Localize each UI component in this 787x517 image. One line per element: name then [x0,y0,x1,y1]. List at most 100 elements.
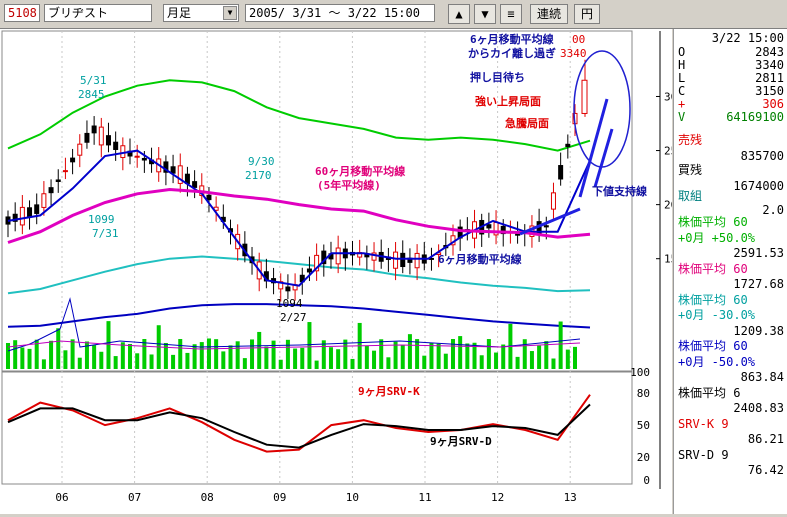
candle-body [206,194,212,201]
stock-code-field[interactable]: 5108 [4,4,40,22]
volume-bar [336,349,341,369]
x-axis-label: 10 [346,491,359,504]
candle-body [84,132,90,143]
yen-button[interactable]: 円 [574,4,600,24]
sub-tick-label: 0 [643,474,650,487]
volume-bar [56,328,61,369]
menu-button[interactable]: ≡ [500,4,522,24]
volume-bar [300,347,305,369]
price-tick-label: 2500 [664,145,672,158]
candle-body [77,143,83,156]
annot-low2-value: 1094 [276,297,303,310]
down-arrow-button[interactable]: ▼ [474,4,496,24]
x-axis-labels: 06 07 08 09 10 11 12 13 [55,491,576,504]
ratio-label: 取組 [678,189,703,203]
up-arrow-button[interactable]: ▲ [448,4,470,24]
sell-value: 835700 [740,149,784,163]
volume-bar [257,331,262,369]
ohlc-label: V [678,110,686,124]
candle-body [141,157,147,161]
annot-ma60: 60ヶ月移動平均線 [315,164,405,178]
ma-info-row: 株価平均 60 [678,339,748,353]
ohlc-row: O 2843 [678,45,784,59]
volume-bar [142,339,147,369]
volume-bar [221,351,226,369]
volume-bar [192,344,197,369]
ohlc-value: 306 [762,97,784,111]
ma-info-row: +0月 -50.0% [678,354,756,369]
ma-info-row: 86.21 [747,432,784,446]
volume-bar [364,345,369,369]
x-axis-label: 11 [418,491,431,504]
volume-bar [120,342,125,369]
x-axis-label: 09 [273,491,286,504]
annot-peak1-date: 5/31 [80,74,107,87]
volume-bar [321,340,326,369]
ma-info-row: +0月 +50.0% [678,230,756,245]
ohlc-row: V 64169100 [678,110,784,124]
volume-bar [537,345,542,369]
volume-bar [486,339,491,369]
date-range-field[interactable]: 2005/ 3/31 ～ 3/22 15:00 [245,4,435,22]
oscillator-panel [1,371,633,485]
candle-body [55,179,61,183]
annot-ma6: 6ヶ月移動平均線 [438,252,522,266]
candle-body [70,157,76,163]
candle-body [34,204,40,214]
continuous-button[interactable]: 連続 [530,4,568,24]
ohlc-label: + [678,97,686,111]
candle-body [414,252,420,269]
volume-bar [307,322,312,369]
period-value: 月足 [167,6,192,20]
candle-body [400,252,406,268]
ma-info-row: 株価平均 60 [678,261,748,276]
annot-low1-value: 1099 [88,213,115,226]
annot-low1-date: 7/31 [92,227,119,240]
candle-body [581,79,588,114]
candle-body [565,143,571,147]
volume-bar [458,336,463,369]
ma-info-row: 2408.83 [733,401,784,415]
ohlc-value: 2843 [755,45,784,59]
support-line-3 [519,207,581,236]
candle-body [134,155,140,158]
srv-series-line [7,403,591,449]
volume-bar [264,346,269,369]
volume-bar [214,339,219,369]
ma-info-row: 株価平均 6 [678,385,741,400]
volume-bar [415,339,420,369]
stock-name-field[interactable]: ブリヂスト [44,4,152,22]
volume-bar [393,341,398,369]
ma-info-row: 2591.53 [733,246,784,260]
volume-bar [242,358,247,369]
x-axis-label: 07 [128,491,141,504]
candle-body [105,135,111,146]
candle-body [98,126,104,146]
volume-bar [20,347,25,369]
chart-area: 3000 2500 2000 1500 100 80 50 20 0 06 07 08 09 10 11… [0,29,691,514]
candle-body [306,268,312,273]
chevron-down-icon: ▼ [223,6,237,20]
volume-bar [113,356,118,369]
volume-bar [293,348,298,369]
volume-bar [573,346,577,369]
volume-bar [522,339,527,369]
volume-bar [285,339,290,369]
price-tick-label: 1500 [664,253,672,266]
annot-peak2-value: 2170 [245,169,272,182]
price-tick-label: 2000 [664,199,672,212]
volume-bar [379,339,384,369]
ohlc-value: 3340 [755,58,784,72]
annot-srv-k: 9ヶ月SRV-K [358,385,420,398]
period-select[interactable]: 月足 ▼ [163,4,239,22]
volume-bar [77,357,82,369]
ma-info-row: 863.84 [740,370,784,384]
ohlc-row: L 2811 [678,71,784,85]
candle-body [335,247,341,265]
side-panel: 3/22 15:00 O 2843 H 3340 L 2811 C 3150 +306 V 6416… [673,29,787,514]
candle-body [48,187,54,194]
candle-body [120,145,126,159]
volume-bar [27,348,32,369]
ma-info-row: 76.42 [747,463,784,477]
toolbar: 5108 ブリヂスト 月足 ▼ 2005/ 3/31 ～ 3/22 15:00 … [0,0,787,29]
